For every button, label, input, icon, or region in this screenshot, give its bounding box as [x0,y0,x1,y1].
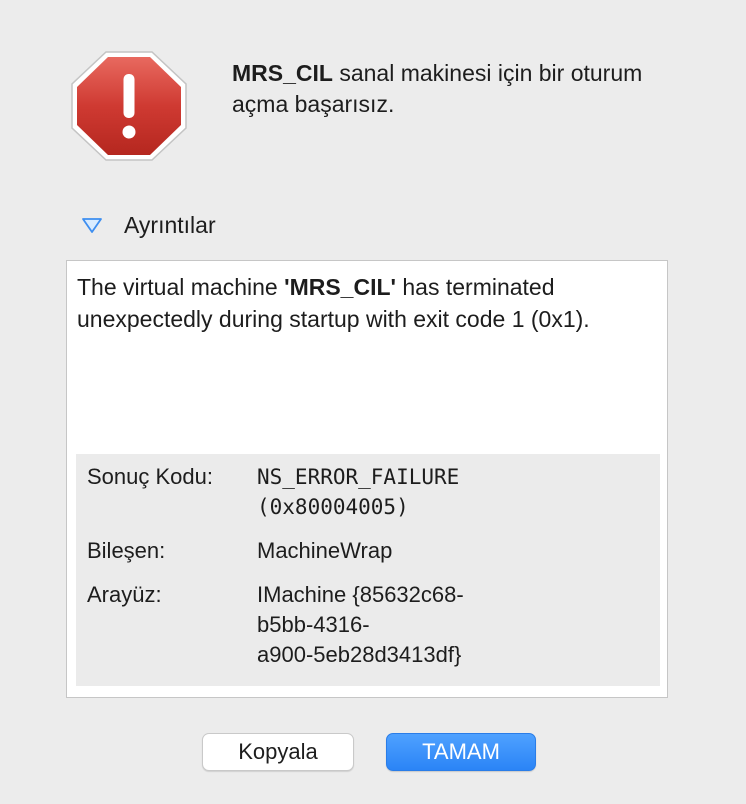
info-value-line: a900-5eb28d3413df} [257,642,462,667]
disclosure-triangle-down-icon[interactable] [80,215,104,235]
info-value: MachineWrap [257,538,393,563]
message-vm-name: 'MRS_CIL' [284,274,396,300]
copy-button[interactable]: Kopyala [202,733,354,771]
vm-name: MRS_CIL [232,60,333,86]
ok-button[interactable]: TAMAM [386,733,536,771]
info-value: NS_ERROR_FAILURE (0x80004005) [257,462,557,522]
details-message: The virtual machine 'MRS_CIL' has termin… [77,271,657,335]
info-value-line: (0x80004005) [257,495,409,519]
info-value: IMachine {85632c68- b5bb-4316- a900-5eb2… [257,580,557,670]
info-value-line: b5bb-4316- [257,612,370,637]
info-value-line: NS_ERROR_FAILURE [257,465,460,489]
info-key: Sonuç Kodu: [87,464,213,489]
error-headline: MRS_CIL sanal makinesi için bir oturum a… [232,58,702,120]
details-toggle-label: Ayrıntılar [124,211,216,238]
details-toggle[interactable]: Ayrıntılar [80,210,216,240]
info-value-line: IMachine {85632c68- [257,582,464,607]
details-panel: The virtual machine 'MRS_CIL' has termin… [66,260,668,698]
stop-sign-exclamation-icon [71,51,187,161]
error-info-table: Sonuç Kodu: NS_ERROR_FAILURE (0x80004005… [76,454,660,686]
info-key: Arayüz: [87,582,162,607]
message-prefix: The virtual machine [77,274,285,300]
info-key: Bileşen: [87,538,166,563]
error-dialog: MRS_CIL sanal makinesi için bir oturum a… [0,0,746,804]
